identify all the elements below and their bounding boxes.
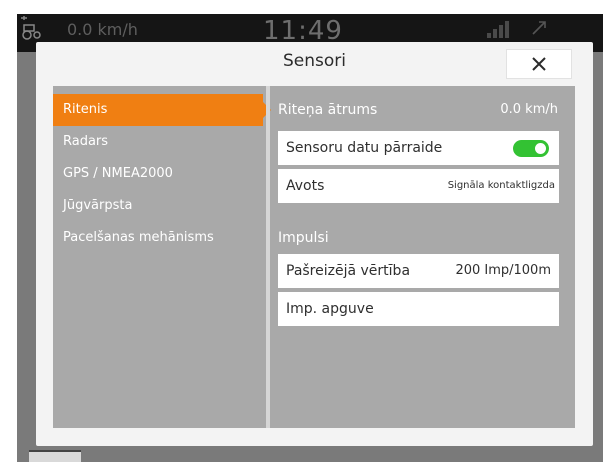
sidebar-item-pto[interactable]: Jūgvārpsta	[53, 190, 266, 222]
sensor-sidebar: Ritenis Radars GPS / NMEA2000 Jūgvārpsta…	[53, 86, 271, 428]
speed-readout: 0.0 km/h	[67, 20, 138, 39]
source-value: Signāla kontaktligzda	[447, 180, 555, 191]
current-value-label: Pašreizējā vērtība	[286, 263, 411, 279]
sidebar-item-radar[interactable]: Radars	[53, 126, 266, 158]
close-button[interactable]	[506, 49, 572, 79]
tractor-icon	[19, 16, 45, 40]
wheel-speed-row: Riteņa ātrums 0.0 km/h	[278, 94, 558, 126]
source-row[interactable]: Avots Signāla kontaktligzda	[278, 169, 559, 203]
sensors-dialog: Sensori Ritenis Radars GPS / NMEA2000 Jū…	[36, 42, 593, 446]
sensor-transfer-row[interactable]: Sensoru datu pārraide	[278, 131, 559, 165]
sensor-transfer-label: Sensoru datu pārraide	[286, 140, 443, 156]
sensor-settings-panel: Riteņa ātrums 0.0 km/h Sensoru datu pārr…	[270, 86, 575, 428]
imp-learning-label: Imp. apguve	[286, 301, 374, 317]
impulses-heading: Impulsi	[278, 222, 558, 254]
impulses-heading-label: Impulsi	[278, 230, 329, 246]
dialog-content: Ritenis Radars GPS / NMEA2000 Jūgvārpsta…	[53, 86, 575, 428]
sidebar-item-gps[interactable]: GPS / NMEA2000	[53, 158, 266, 190]
sensor-transfer-toggle[interactable]	[513, 140, 549, 157]
dialog-header: Sensori	[36, 42, 593, 86]
close-icon	[532, 57, 546, 71]
gps-icon	[529, 18, 549, 42]
imp-learning-row[interactable]: Imp. apguve	[278, 292, 559, 326]
toggle-knob	[535, 143, 546, 154]
bottom-tab[interactable]	[29, 450, 81, 462]
sidebar-item-hitch[interactable]: Pacelšanas mehānisms	[53, 222, 266, 254]
current-value-value: 200 Imp/100m	[455, 263, 551, 278]
signal-strength-icon	[487, 18, 513, 38]
current-value-row[interactable]: Pašreizējā vērtība 200 Imp/100m	[278, 254, 559, 288]
wheel-speed-value: 0.0 km/h	[500, 102, 558, 117]
sidebar-item-wheel[interactable]: Ritenis	[53, 94, 271, 126]
wheel-speed-label: Riteņa ātrums	[278, 102, 378, 118]
source-label: Avots	[286, 178, 325, 194]
